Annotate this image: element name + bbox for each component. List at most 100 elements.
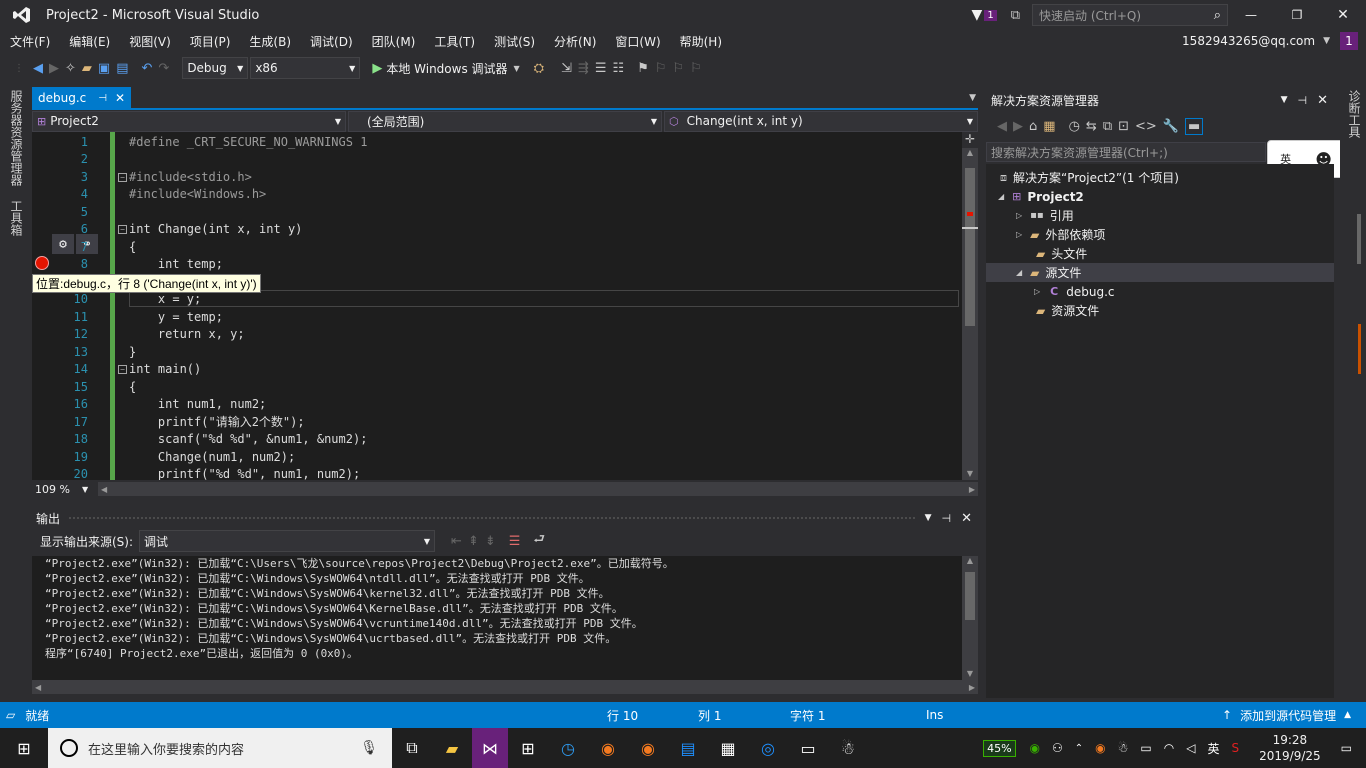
visual-studio-icon[interactable]: ⋈ xyxy=(472,728,508,768)
menu-tools[interactable]: 工具(T) xyxy=(434,33,475,50)
open-folder-icon[interactable]: ▰ xyxy=(82,61,92,76)
tree-external-deps[interactable]: ▷ ▰ 外部依赖项 xyxy=(986,225,1334,244)
step-icon[interactable]: ⇲ xyxy=(561,61,572,76)
pin-icon[interactable]: ⊣ xyxy=(942,512,952,525)
undo-icon[interactable]: ↶ xyxy=(142,61,153,76)
menu-test[interactable]: 测试(S) xyxy=(494,33,535,50)
start-debugging-button[interactable]: ▶ 本地 Windows 调试器 ▼ xyxy=(372,60,519,77)
menu-build[interactable]: 生成(B) xyxy=(249,33,291,50)
comment-icon[interactable]: ☰ xyxy=(595,61,607,76)
member-nav-select[interactable]: ⬡ Change(int x, int y) ▼ xyxy=(664,110,978,132)
scope-nav-select[interactable]: (全局范围) ▼ xyxy=(348,110,662,132)
output-window-icon[interactable]: ▱ xyxy=(6,708,15,722)
code-editor[interactable]: ⚙ ⚭ − − − 1 #define _CRT_SECURE_NO_WARNIN… xyxy=(32,132,962,480)
store-icon[interactable]: ⊞ xyxy=(514,734,542,762)
save-icon[interactable]: ▣ xyxy=(98,61,110,76)
next-message-icon[interactable]: ⇟ xyxy=(485,534,496,549)
toolbox-tab[interactable]: 工具箱 xyxy=(8,200,25,236)
app-blue-icon[interactable]: ▤ xyxy=(674,734,702,762)
quick-launch-input[interactable]: 快速启动 (Ctrl+Q) xyxy=(1039,7,1141,24)
forward-icon[interactable]: ▶ xyxy=(49,61,59,76)
qq-icon[interactable]: ☃ xyxy=(834,734,862,762)
next-bookmark-icon[interactable]: ⚐ xyxy=(673,61,685,76)
code-line[interactable]: 8 int temp; xyxy=(32,256,962,274)
prev-message-icon[interactable]: ⇞ xyxy=(468,534,479,549)
output-vertical-scrollbar[interactable]: ▲ ▼ xyxy=(962,556,978,680)
tree-project[interactable]: ◢ ⊞ Project2 xyxy=(986,187,1334,206)
zoom-select[interactable]: 109 % ▼ xyxy=(32,483,92,496)
scroll-left-icon[interactable]: ◀ xyxy=(35,683,41,692)
film-icon[interactable]: ▦ xyxy=(714,734,742,762)
code-line[interactable]: 19 Change(num1, num2); xyxy=(32,448,962,466)
menu-edit[interactable]: 编辑(E) xyxy=(69,33,110,50)
pending-changes-icon[interactable]: ◷ xyxy=(1069,119,1080,134)
back-icon[interactable]: ◀ xyxy=(33,61,43,76)
close-button[interactable]: ✕ xyxy=(1320,7,1366,23)
scroll-down-icon[interactable]: ▼ xyxy=(962,469,978,478)
menu-file[interactable]: 文件(F) xyxy=(10,33,50,50)
panel-menu-icon[interactable]: ▼ xyxy=(1281,95,1288,105)
close-panel-icon[interactable]: ✕ xyxy=(1317,93,1328,108)
scroll-down-icon[interactable]: ▼ xyxy=(962,669,978,678)
code-line[interactable]: 11 y = temp; xyxy=(32,308,962,326)
collapse-all-icon[interactable]: ⊡ xyxy=(1118,119,1129,134)
preview-icon[interactable]: ▬ xyxy=(1185,117,1204,135)
close-tab-icon[interactable]: ✕ xyxy=(115,91,125,105)
scroll-right-icon[interactable]: ▶ xyxy=(969,485,975,494)
sogou-icon[interactable]: S xyxy=(1232,741,1240,755)
menu-analyze[interactable]: 分析(N) xyxy=(554,33,596,50)
code-line[interactable]: 15 { xyxy=(32,378,962,396)
tray-app-icon[interactable]: ◉ xyxy=(1030,741,1040,755)
clock-app-icon[interactable]: ◷ xyxy=(554,734,582,762)
tree-header-files[interactable]: ▰ 头文件 xyxy=(986,244,1334,263)
indent-icon[interactable]: ⇶ xyxy=(578,61,589,76)
scroll-left-icon[interactable]: ◀ xyxy=(101,485,107,494)
solution-search-box[interactable]: 搜索解决方案资源管理器(Ctrl+;) xyxy=(986,142,1266,162)
code-line[interactable]: 18 scanf("%d %d", &num1, &num2); xyxy=(32,431,962,449)
tree-resource-files[interactable]: ▰ 资源文件 xyxy=(986,301,1334,320)
close-panel-icon[interactable]: ✕ xyxy=(961,511,972,526)
scroll-up-icon[interactable]: ▲ xyxy=(962,556,978,565)
ime-indicator[interactable]: 英 xyxy=(1207,740,1219,757)
microphone-icon[interactable]: 🎙 xyxy=(360,740,378,756)
tree-source-files[interactable]: ◢ ▰ 源文件 xyxy=(986,263,1334,282)
quick-launch[interactable]: 快速启动 (Ctrl+Q) ⌕ xyxy=(1032,4,1228,26)
feedback-icon[interactable]: ⧉ xyxy=(1011,8,1020,23)
switch-views-icon[interactable]: ▦ xyxy=(1043,119,1055,134)
filter-icon[interactable]: ▼ xyxy=(972,7,983,23)
task-view-icon[interactable]: ⧉ xyxy=(398,734,426,762)
code-line[interactable]: 2 xyxy=(32,151,962,169)
output-text-area[interactable]: “Project2.exe”(Win32): 已加载“C:\Users\飞龙\s… xyxy=(32,556,962,680)
save-all-icon[interactable]: ▤ xyxy=(116,61,128,76)
search-icon[interactable]: ⌕ xyxy=(1214,8,1221,23)
panel-menu-icon[interactable]: ▼ xyxy=(925,513,932,523)
tab-debug-c[interactable]: debug.c ⊣ ✕ xyxy=(32,87,132,109)
output-horizontal-scrollbar[interactable]: ◀ ▶ xyxy=(32,680,978,694)
tree-references[interactable]: ▷ ▪▪ 引用 xyxy=(986,206,1334,225)
redo-icon[interactable]: ↷ xyxy=(158,61,169,76)
project-nav-select[interactable]: ⊞ Project2 ▼ xyxy=(32,110,346,132)
bookmark-icon[interactable]: ⚑ xyxy=(637,61,649,76)
collapsed-icon[interactable]: ▷ xyxy=(1034,287,1040,296)
pin-icon[interactable]: ⊣ xyxy=(1298,94,1308,107)
code-line[interactable]: 4 #include<Windows.h> xyxy=(32,186,962,204)
minimize-button[interactable]: — xyxy=(1228,8,1274,22)
back-icon[interactable]: ◀ xyxy=(997,119,1007,134)
file-explorer-icon[interactable]: ▰ xyxy=(438,734,466,762)
menu-debug[interactable]: 调试(D) xyxy=(310,33,353,50)
code-line[interactable]: 1 #define _CRT_SECURE_NO_WARNINGS 1 xyxy=(32,133,962,151)
code-view-icon[interactable]: <> xyxy=(1135,119,1157,134)
code-line[interactable]: 5 xyxy=(32,203,962,221)
notification-center-icon[interactable]: ▭ xyxy=(1341,741,1352,755)
clear-all-icon[interactable]: ☰ xyxy=(509,534,521,549)
prev-bookmark-icon[interactable]: ⚐ xyxy=(655,61,667,76)
app-window-icon[interactable]: ▭ xyxy=(794,734,822,762)
home-icon[interactable]: ⌂ xyxy=(1029,119,1037,134)
refresh-icon[interactable]: ⧉ xyxy=(1103,119,1112,134)
code-line[interactable]: 16 int num1, num2; xyxy=(32,396,962,414)
code-line[interactable]: 10 x = y; xyxy=(32,291,962,309)
collapsed-icon[interactable]: ▷ xyxy=(1016,230,1022,239)
chevron-down-icon[interactable]: ▼ xyxy=(514,64,520,73)
menu-window[interactable]: 窗口(W) xyxy=(615,33,660,50)
drag-grip[interactable]: ⋮ xyxy=(14,63,24,74)
